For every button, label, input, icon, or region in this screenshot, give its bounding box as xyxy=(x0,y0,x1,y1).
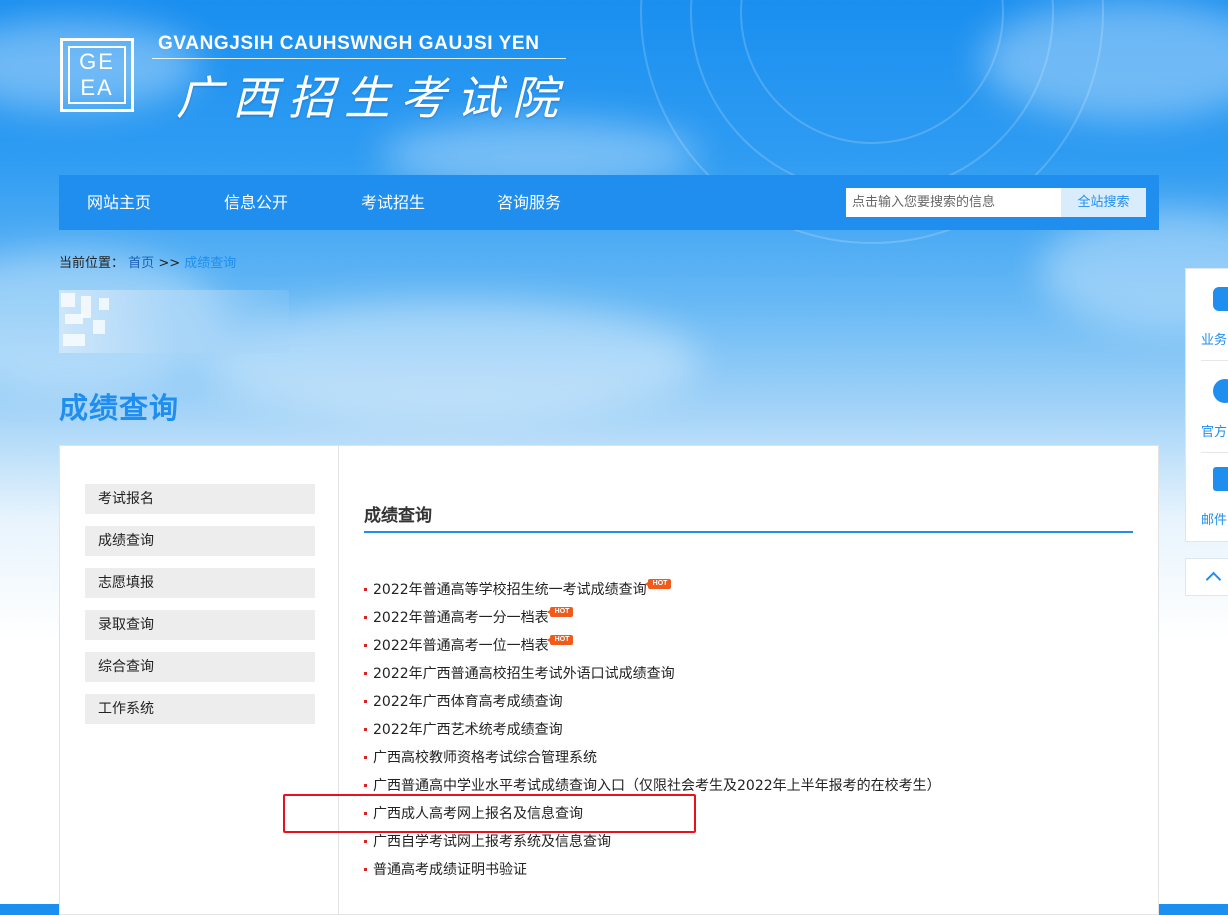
bullet-icon xyxy=(364,727,367,731)
logo-line-2: EA xyxy=(80,75,114,100)
mail-icon xyxy=(1213,467,1228,491)
search-input[interactable] xyxy=(846,188,1061,217)
bullet-icon xyxy=(364,671,367,675)
score-query-link[interactable]: 2022年广西艺术统考成绩查询 xyxy=(364,720,563,740)
score-query-link[interactable]: 广西自学考试网上报考系统及信息查询 xyxy=(364,832,611,852)
business-icon xyxy=(1213,287,1228,311)
link-text[interactable]: 广西高校教师资格考试综合管理系统 xyxy=(373,750,597,766)
float-mail-item[interactable]: 邮件 xyxy=(1186,449,1228,539)
sidebar-item-comprehensive-query[interactable]: 综合查询 xyxy=(85,652,315,682)
float-mail-label: 邮件 xyxy=(1201,513,1228,528)
page-title: 成绩查询 xyxy=(59,391,180,425)
logo-mark: GE EA xyxy=(68,46,126,104)
breadcrumb-prefix: 当前位置： xyxy=(59,256,125,271)
site-logo[interactable]: GE EA xyxy=(60,38,134,112)
score-query-link[interactable]: 广西普通高中学业水平考试成绩查询入口（仅限社会考生及2022年上半年报考的在校考… xyxy=(364,776,941,796)
score-query-link[interactable]: 2022年广西普通高校招生考试外语口试成绩查询 xyxy=(364,664,675,684)
site-title-english: GVANGJSIH CAUHSWNGH GAUJSI YEN xyxy=(158,33,540,54)
float-business-item[interactable]: 业务 xyxy=(1186,269,1228,359)
sidebar-item-work-system[interactable]: 工作系统 xyxy=(85,694,315,724)
breadcrumb-separator: >> xyxy=(158,256,181,271)
float-official-item[interactable]: 官方 xyxy=(1186,361,1228,451)
score-query-link[interactable]: 2022年普通高考一分一档表 HOT xyxy=(364,607,574,628)
sidebar-item-admission-query[interactable]: 录取查询 xyxy=(85,610,315,640)
link-text[interactable]: 2022年普通高考一分一档表 xyxy=(373,610,549,626)
sidebar-divider xyxy=(338,445,339,915)
link-text[interactable]: 广西普通高中学业水平考试成绩查询入口（仅限社会考生及2022年上半年报考的在校考… xyxy=(373,778,941,794)
bullet-icon xyxy=(364,587,367,591)
link-text[interactable]: 2022年广西艺术统考成绩查询 xyxy=(373,722,563,738)
link-text[interactable]: 2022年普通高考一位一档表 xyxy=(373,638,549,654)
link-text[interactable]: 2022年广西普通高校招生考试外语口试成绩查询 xyxy=(373,666,675,682)
score-query-link[interactable]: 2022年普通高考一位一档表 HOT xyxy=(364,635,574,656)
score-query-link[interactable]: 普通高考成绩证明书验证 xyxy=(364,860,527,880)
nav-item-exam-admission[interactable]: 考试招生 xyxy=(361,175,425,230)
breadcrumb-current[interactable]: 成绩查询 xyxy=(184,256,236,271)
back-to-top-button[interactable] xyxy=(1185,558,1228,596)
link-text[interactable]: 广西自学考试网上报考系统及信息查询 xyxy=(373,834,611,850)
bullet-icon xyxy=(364,643,367,647)
sidebar-item-application[interactable]: 志愿填报 xyxy=(85,568,315,598)
nav-item-consulting[interactable]: 咨询服务 xyxy=(497,175,561,230)
sidebar-item-score-query[interactable]: 成绩查询 xyxy=(85,526,315,556)
bullet-icon xyxy=(364,839,367,843)
chevron-up-icon xyxy=(1205,571,1222,588)
link-text[interactable]: 2022年广西体育高考成绩查询 xyxy=(373,694,563,710)
float-business-label: 业务 xyxy=(1201,333,1228,348)
highlight-annotation-box xyxy=(283,794,696,833)
logo-line-1: GE xyxy=(79,49,115,74)
nav-item-home[interactable]: 网站主页 xyxy=(87,175,151,230)
score-query-link[interactable]: 2022年广西体育高考成绩查询 xyxy=(364,692,563,712)
blurred-banner-image xyxy=(59,290,289,353)
chat-icon xyxy=(1213,379,1228,403)
sidebar-item-exam-registration[interactable]: 考试报名 xyxy=(85,484,315,514)
main-nav: 网站主页 信息公开 考试招生 咨询服务 全站搜索 xyxy=(59,175,1159,230)
hot-badge: HOT xyxy=(644,579,672,589)
breadcrumb-home-link[interactable]: 首页 xyxy=(128,256,154,271)
link-text[interactable]: 普通高考成绩证明书验证 xyxy=(373,862,527,878)
breadcrumb: 当前位置： 首页 >> 成绩查询 xyxy=(59,252,236,271)
bullet-icon xyxy=(364,615,367,619)
hot-badge: HOT xyxy=(546,635,574,645)
site-title-chinese: 广西招生考试院 xyxy=(176,71,568,125)
search-button[interactable]: 全站搜索 xyxy=(1061,188,1146,217)
bullet-icon xyxy=(364,783,367,787)
link-text[interactable]: 2022年普通高等学校招生统一考试成绩查询 xyxy=(373,582,647,598)
float-official-label: 官方 xyxy=(1201,425,1228,440)
hot-badge: HOT xyxy=(546,607,574,617)
bullet-icon xyxy=(364,755,367,759)
section-title: 成绩查询 xyxy=(364,506,432,526)
nav-item-info-disclosure[interactable]: 信息公开 xyxy=(224,175,288,230)
bullet-icon xyxy=(364,699,367,703)
bullet-icon xyxy=(364,867,367,871)
score-query-link[interactable]: 2022年普通高等学校招生统一考试成绩查询 HOT xyxy=(364,579,672,600)
floating-service-bar: 业务 官方 邮件 xyxy=(1185,268,1228,542)
section-title-underline xyxy=(364,531,1133,533)
title-divider xyxy=(152,58,566,59)
score-query-link[interactable]: 广西高校教师资格考试综合管理系统 xyxy=(364,748,597,768)
